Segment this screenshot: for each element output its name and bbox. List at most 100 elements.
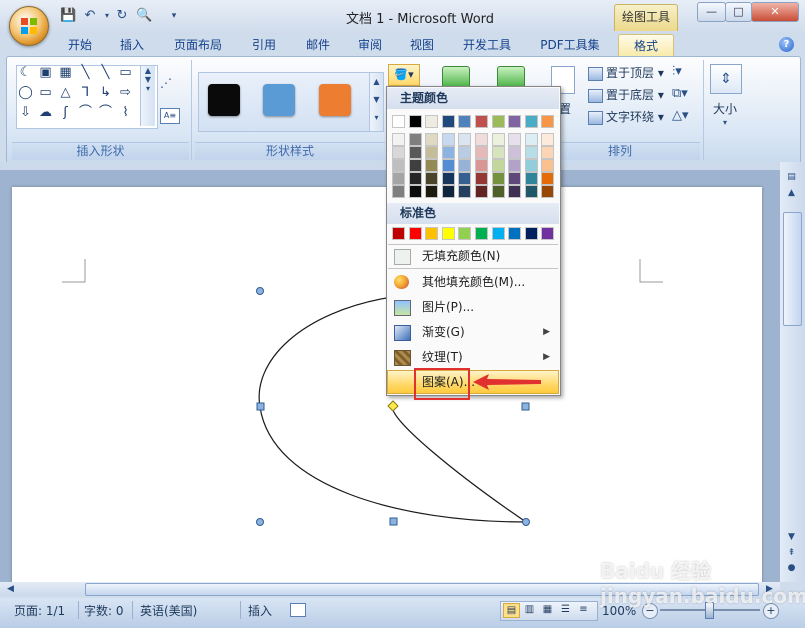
restore-button[interactable]: □ (725, 2, 752, 22)
theme-color-swatch[interactable] (524, 133, 538, 146)
theme-color-swatch[interactable] (475, 133, 488, 146)
office-button[interactable] (9, 6, 49, 46)
web-layout-view-icon[interactable]: ▦ (540, 603, 555, 616)
theme-color-swatch[interactable] (541, 159, 555, 172)
theme-color-swatch[interactable] (408, 115, 422, 128)
edit-shape-icon[interactable]: ⋰ (160, 76, 178, 92)
vertical-scroll-thumb[interactable] (783, 212, 802, 326)
scroll-down-icon[interactable]: ▼ (783, 530, 800, 544)
status-page-count[interactable]: 页面: 1/1 (14, 602, 65, 620)
theme-color-swatch[interactable] (491, 172, 505, 185)
standard-color-swatch[interactable] (458, 227, 472, 240)
theme-color-swatch[interactable] (458, 159, 472, 172)
theme-color-swatch[interactable] (441, 115, 455, 128)
theme-color-swatch[interactable] (425, 172, 439, 185)
theme-color-swatch[interactable] (491, 185, 505, 198)
size-button-label[interactable]: 大小 (710, 100, 740, 117)
styles-gallery-scroll[interactable]: ▲ ▼ ▾ (369, 72, 384, 132)
theme-color-swatch[interactable] (425, 159, 439, 172)
theme-color-swatch[interactable] (441, 172, 455, 185)
theme-color-swatch[interactable] (392, 185, 405, 198)
resize-handle[interactable] (256, 402, 265, 411)
theme-color-swatch[interactable] (441, 133, 455, 146)
save-icon[interactable]: 💾 (60, 8, 76, 24)
text-wrapping-button[interactable]: 文字环绕 ▾ (588, 108, 664, 126)
resize-handle[interactable] (256, 518, 264, 526)
shape-tool-icon[interactable]: ʃ (58, 106, 73, 120)
group-objects-icon[interactable]: ⧉▾ (672, 86, 688, 101)
theme-color-swatch[interactable] (541, 115, 555, 128)
tab-format[interactable]: 格式 (618, 34, 674, 57)
macro-record-icon[interactable] (290, 603, 306, 617)
theme-color-swatch[interactable] (508, 115, 522, 128)
help-icon[interactable]: ? (779, 37, 794, 52)
theme-color-swatch[interactable] (408, 185, 422, 198)
theme-color-swatch[interactable] (458, 133, 472, 146)
shape-tool-icon[interactable]: ☾ (18, 66, 33, 80)
gradient-fill-menu-item[interactable]: 渐变(G) ▶ (387, 320, 559, 344)
standard-color-swatch[interactable] (491, 227, 505, 240)
texture-fill-menu-item[interactable]: 纹理(T) ▶ (387, 345, 559, 369)
style-swatch-blue[interactable] (263, 84, 295, 116)
align-icon[interactable]: ⫶▾ (672, 64, 682, 79)
theme-color-swatch[interactable] (458, 172, 472, 185)
theme-color-swatch[interactable] (491, 159, 505, 172)
resize-handle[interactable] (521, 402, 530, 411)
theme-color-swatch[interactable] (392, 133, 405, 146)
redo-icon[interactable]: ↻ (114, 8, 130, 24)
shape-tool-icon[interactable]: ⅂ (78, 86, 93, 100)
tab-home[interactable]: 开始 (60, 34, 100, 56)
theme-color-swatch[interactable] (508, 133, 522, 146)
shape-tool-icon[interactable]: ╲ (78, 66, 93, 80)
shape-tool-icon[interactable]: ⇨ (118, 86, 133, 100)
standard-color-swatch[interactable] (425, 227, 439, 240)
print-preview-icon[interactable]: 🔍 (136, 8, 152, 24)
theme-color-swatch[interactable] (425, 185, 439, 198)
theme-color-swatch[interactable] (475, 159, 488, 172)
shape-tool-icon[interactable]: ▭ (118, 66, 133, 80)
close-button[interactable]: ✕ (751, 2, 799, 22)
theme-color-swatch[interactable] (425, 133, 439, 146)
theme-color-swatch[interactable] (491, 133, 505, 146)
resize-handle[interactable] (256, 287, 264, 295)
theme-color-swatch[interactable] (508, 146, 522, 159)
tab-mailings[interactable]: 邮件 (298, 34, 338, 56)
theme-color-swatch[interactable] (475, 185, 488, 198)
shape-tool-icon[interactable]: ◯ (18, 86, 33, 100)
resize-handle[interactable] (522, 518, 530, 526)
print-layout-view-icon[interactable]: ▤ (503, 603, 520, 618)
resize-handle[interactable] (389, 517, 398, 526)
theme-color-swatch[interactable] (475, 172, 488, 185)
tab-insert[interactable]: 插入 (112, 34, 152, 56)
size-icon[interactable]: ⇕ (710, 64, 742, 94)
tab-review[interactable]: 审阅 (350, 34, 390, 56)
shape-tool-icon[interactable]: ⌇ (118, 106, 133, 120)
theme-color-swatch[interactable] (441, 146, 455, 159)
shape-fill-button[interactable]: 🪣▾ (388, 64, 420, 86)
theme-color-swatch[interactable] (475, 146, 488, 159)
theme-color-swatch[interactable] (392, 115, 405, 128)
send-to-back-button[interactable]: 置于底层 ▾ (588, 86, 664, 104)
picture-fill-menu-item[interactable]: 图片(P)... (387, 295, 559, 319)
shape-tool-icon[interactable]: ☁ (38, 106, 53, 120)
theme-color-swatch[interactable] (441, 185, 455, 198)
shape-tool-icon[interactable]: ⇩ (18, 106, 33, 120)
theme-color-swatch[interactable] (475, 115, 488, 128)
draft-view-icon[interactable]: ≡ (576, 603, 591, 616)
theme-color-swatch[interactable] (524, 146, 538, 159)
style-swatch-black[interactable] (208, 84, 240, 116)
draw-textbox-icon[interactable]: A≡ (160, 108, 180, 124)
tab-developer[interactable]: 开发工具 (456, 34, 518, 56)
rotate-icon[interactable]: △▾ (672, 108, 689, 123)
full-screen-view-icon[interactable]: ▥ (522, 603, 537, 616)
theme-color-swatch[interactable] (392, 146, 405, 159)
shape-tool-icon[interactable]: △ (58, 86, 73, 100)
theme-color-swatch[interactable] (408, 146, 422, 159)
theme-color-swatch[interactable] (408, 133, 422, 146)
theme-color-swatch[interactable] (491, 115, 505, 128)
standard-color-swatch[interactable] (508, 227, 522, 240)
style-swatch-orange[interactable] (319, 84, 351, 116)
status-insert-mode[interactable]: 插入 (248, 602, 272, 620)
theme-color-swatch[interactable] (541, 146, 555, 159)
theme-color-swatch[interactable] (458, 115, 472, 128)
